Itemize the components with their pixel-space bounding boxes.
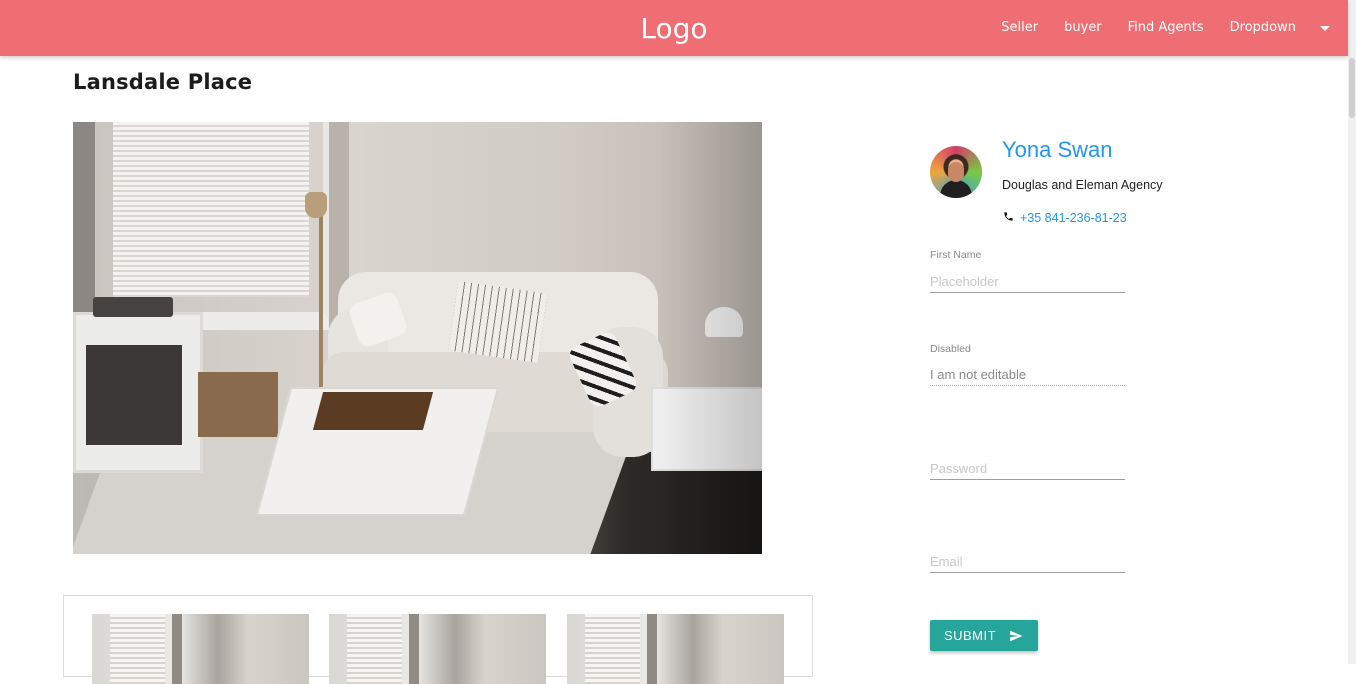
submit-button[interactable]: SUBMIT — [930, 620, 1038, 651]
photo-turntable — [93, 297, 173, 317]
agent-avatar — [930, 146, 982, 198]
first-name-label: First Name — [930, 249, 982, 261]
photo-throw-blanket — [448, 281, 548, 363]
nav-dropdown[interactable]: Dropdown — [1217, 0, 1330, 56]
password-input[interactable] — [930, 457, 1125, 480]
nav-dropdown-label: Dropdown — [1229, 20, 1296, 35]
photo-shelf — [73, 312, 203, 473]
nav-link-seller[interactable]: Seller — [988, 0, 1051, 56]
main-listing-photo — [73, 122, 762, 554]
scrollbar-thumb[interactable] — [1349, 58, 1355, 118]
nav-link-buyer[interactable]: buyer — [1051, 0, 1115, 56]
thumbnail-photo[interactable] — [329, 614, 546, 684]
page-title: Lansdale Place — [73, 70, 253, 94]
nav-links: Seller buyer Find Agents Dropdown — [988, 0, 1330, 56]
top-navbar: Logo Seller buyer Find Agents Dropdown — [0, 0, 1348, 56]
photo-crate — [198, 372, 278, 437]
disabled-label: Disabled — [930, 343, 971, 355]
nav-link-find-agents[interactable]: Find Agents — [1115, 0, 1217, 56]
thumbnail-blinds — [110, 614, 165, 684]
photo-shelf-books — [86, 345, 182, 445]
thumbnail-photo[interactable] — [92, 614, 309, 684]
send-icon — [1010, 630, 1023, 641]
phone-icon — [1004, 212, 1013, 221]
email-input[interactable] — [930, 550, 1125, 573]
thumbnail-corner — [647, 614, 657, 684]
photo-lamp-head — [305, 192, 327, 218]
agent-agency: Douglas and Eleman Agency — [1002, 178, 1163, 192]
agent-phone-link[interactable]: +35 841-236-81-23 — [1020, 211, 1127, 225]
thumbnail-corner — [409, 614, 419, 684]
avatar-face — [948, 162, 964, 182]
thumbnail-gallery — [63, 595, 813, 684]
thumbnail-blinds — [347, 614, 402, 684]
thumbnail-photo[interactable] — [567, 614, 784, 684]
photo-tray — [312, 392, 434, 430]
thumbnail-blinds — [585, 614, 640, 684]
agent-name[interactable]: Yona Swan — [1002, 137, 1113, 163]
submit-button-label: SUBMIT — [943, 628, 997, 643]
page-scrollbar[interactable] — [1348, 0, 1356, 664]
caret-down-icon — [1320, 25, 1330, 31]
first-name-input[interactable] — [930, 270, 1125, 293]
disabled-input — [930, 363, 1125, 386]
avatar-body — [940, 180, 972, 198]
photo-window-blinds — [113, 122, 309, 297]
photo-shade — [658, 122, 762, 554]
thumbnail-corner — [172, 614, 182, 684]
